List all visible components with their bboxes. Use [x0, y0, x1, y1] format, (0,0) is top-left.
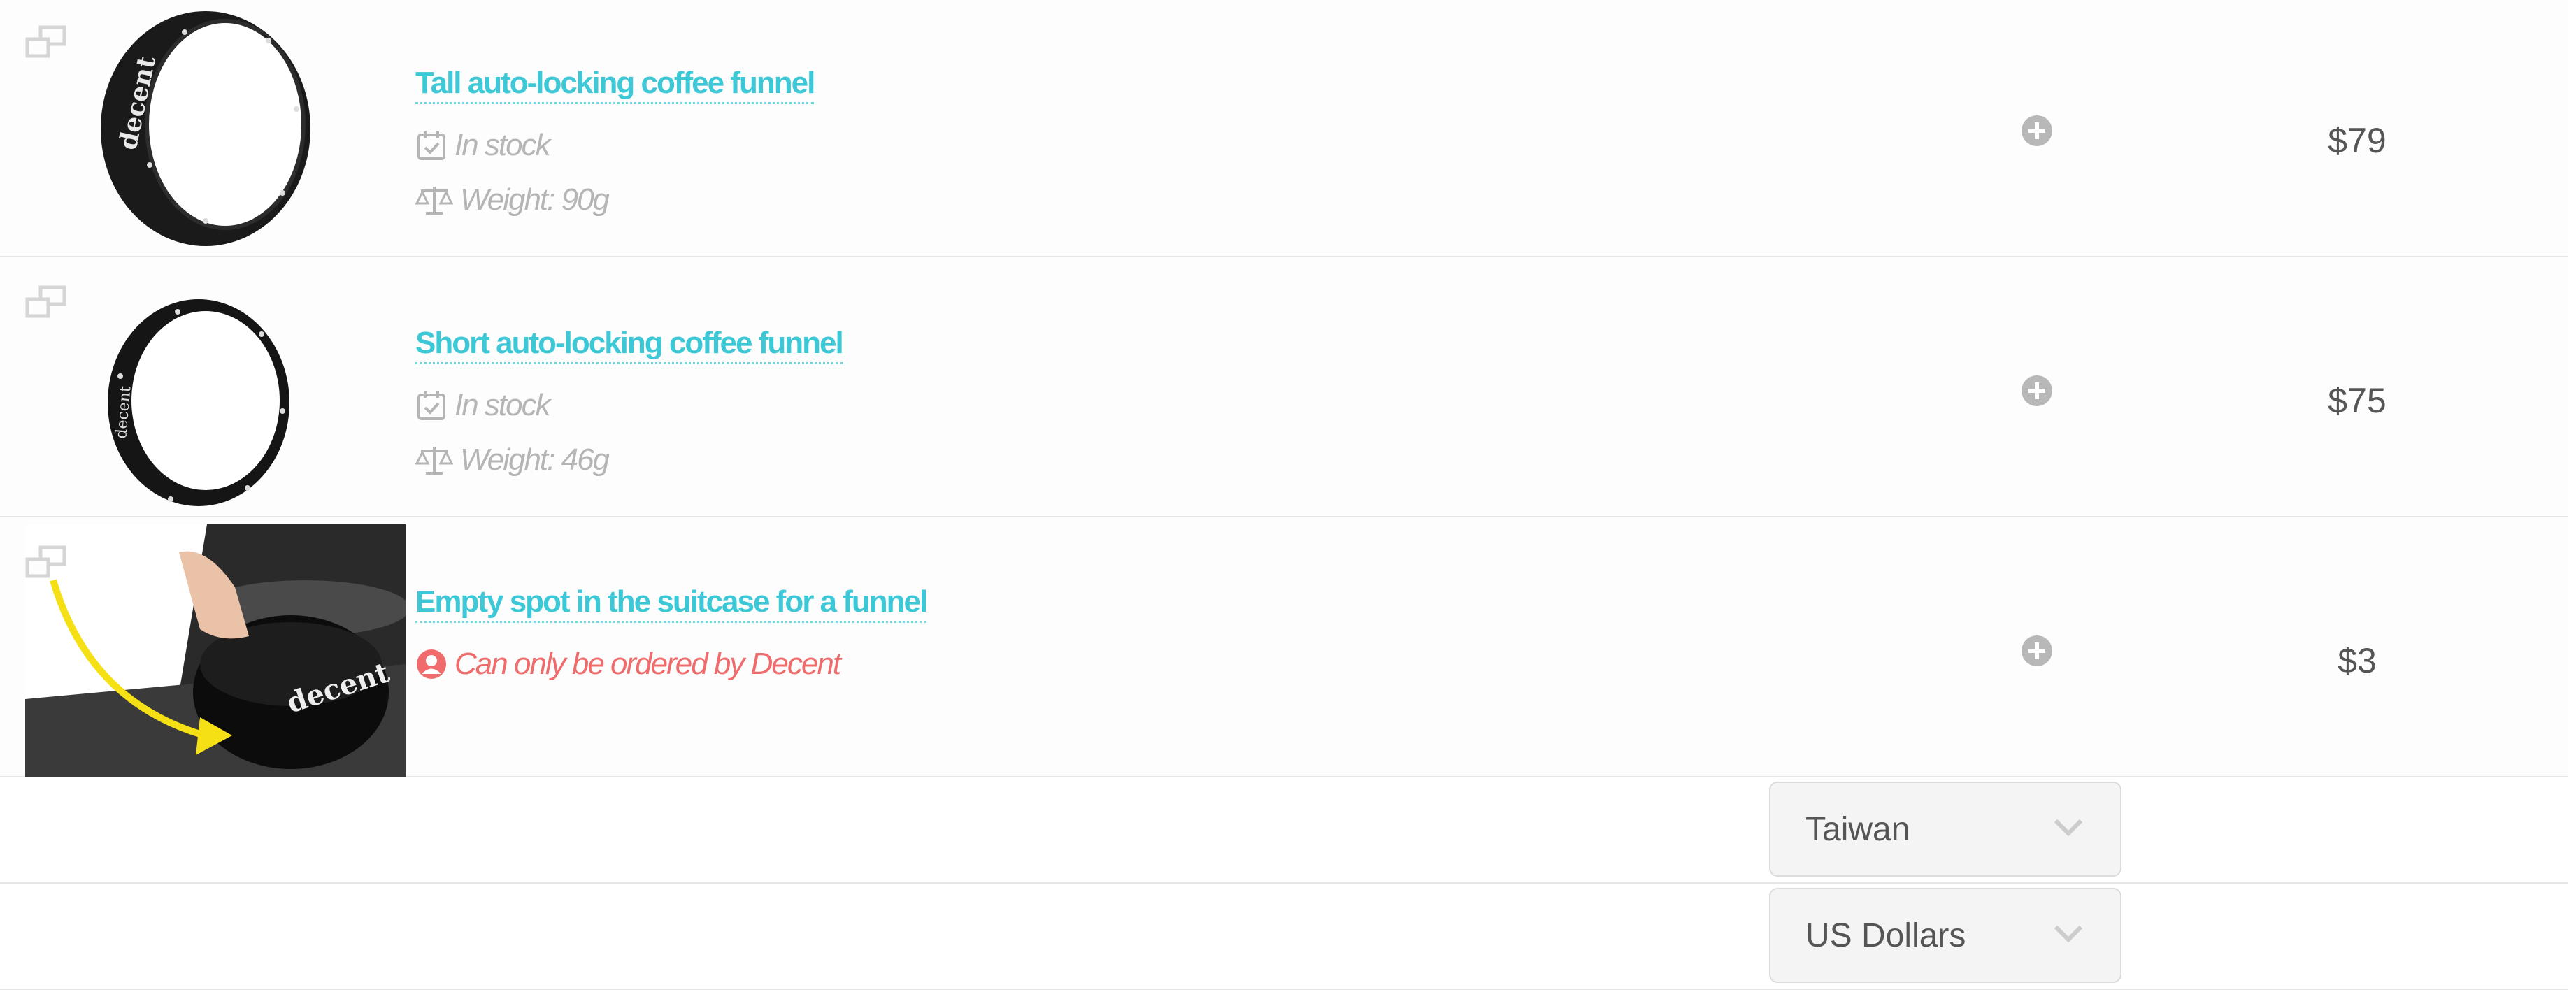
currency-select-value: US Dollars [1805, 917, 1966, 954]
balance-scale-icon [415, 447, 453, 475]
user-circle-icon [417, 649, 446, 679]
weight-info: Weight: 90g [415, 182, 814, 217]
chevron-down-icon [2054, 819, 2083, 837]
table-row: decent Tall auto-locking coffee funnel I… [0, 0, 2568, 257]
balance-scale-icon [415, 187, 453, 215]
product-title-link[interactable]: Short auto-locking coffee funnel [415, 326, 844, 364]
currency-row: US Dollars [0, 884, 2568, 990]
copy-stack-icon[interactable] [25, 545, 67, 582]
table-row: decent Short auto-locking coffee funnel … [0, 257, 2568, 517]
funnel-in-suitcase-image[interactable]: decent [25, 524, 406, 777]
stock-status: In stock [415, 388, 843, 423]
stock-status: In stock [415, 128, 814, 163]
product-info: Tall auto-locking coffee funnel In stock… [415, 66, 815, 217]
short-funnel-image[interactable]: decent [66, 278, 329, 527]
calendar-check-icon [417, 131, 445, 160]
price: $79 [2328, 121, 2387, 160]
product-title-link[interactable]: Empty spot in the suitcase for a funnel [415, 584, 928, 623]
plus-circle-icon[interactable] [2021, 375, 2053, 407]
copy-stack-icon[interactable] [25, 285, 67, 322]
currency-select[interactable]: US Dollars [1769, 888, 2121, 983]
price: $3 [2338, 641, 2377, 680]
country-select[interactable]: Taiwan [1769, 782, 2121, 877]
copy-stack-icon[interactable] [25, 25, 67, 62]
plus-circle-icon[interactable] [2021, 115, 2053, 147]
weight-info: Weight: 46g [415, 443, 843, 477]
plus-circle-icon[interactable] [2021, 635, 2053, 667]
calendar-check-icon [417, 391, 445, 420]
restriction-label: Can only be ordered by Decent [455, 647, 841, 681]
country-row: Taiwan [0, 777, 2568, 884]
tall-funnel-image[interactable]: decent [66, 4, 329, 253]
order-restriction: Can only be ordered by Decent [415, 647, 926, 682]
weight-label: Weight: 46g [460, 443, 610, 477]
product-title-link[interactable]: Tall auto-locking coffee funnel [415, 66, 815, 104]
stock-label: In stock [455, 128, 551, 162]
chevron-down-icon [2054, 925, 2083, 943]
weight-label: Weight: 90g [460, 182, 610, 217]
table-row: decent Empty spot in the suitcase for a … [0, 517, 2568, 777]
country-select-value: Taiwan [1805, 810, 1910, 848]
product-info: Empty spot in the suitcase for a funnel … [415, 584, 928, 682]
product-info: Short auto-locking coffee funnel In stoc… [415, 326, 844, 477]
stock-label: In stock [455, 388, 551, 422]
price: $75 [2328, 381, 2387, 420]
